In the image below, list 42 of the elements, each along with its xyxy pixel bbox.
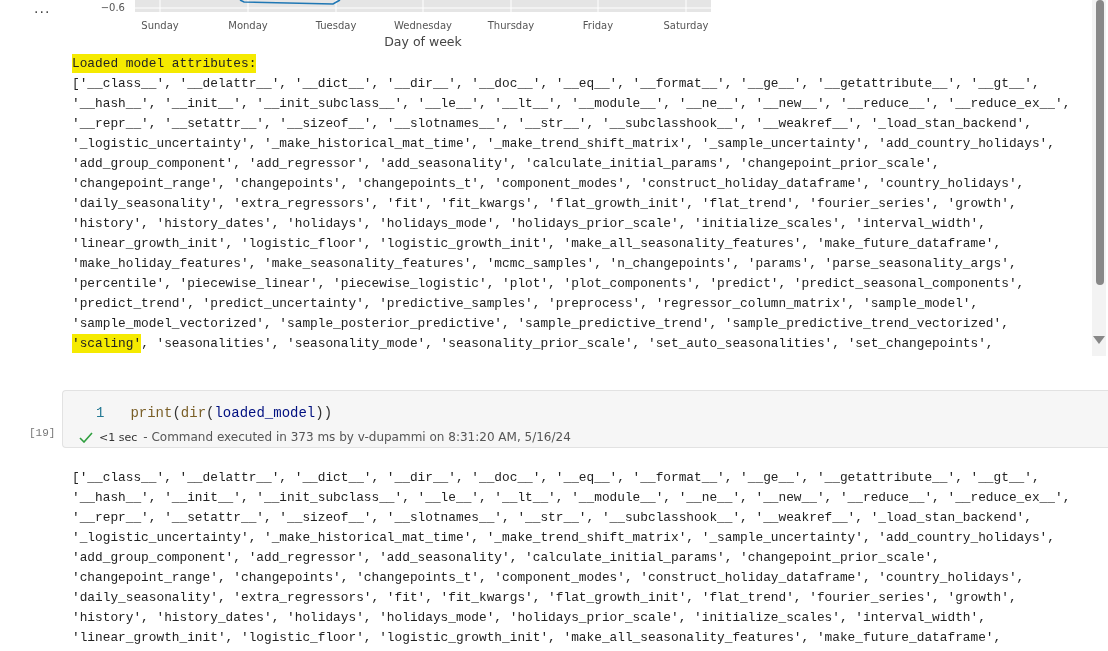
output-line: 'sample_model_vectorized', 'sample_posterior_predictive', 'sample_predictive_trend', 'sample_predictive_trend_vectorized', [72, 316, 1009, 331]
scrollbar-thumb[interactable] [1096, 0, 1104, 285]
axis-tick-label: Saturday [663, 20, 709, 31]
output-heading: Loaded model attributes: [72, 54, 257, 73]
output-line: ['__class__', '__delattr__', '__dict__', '__dir__', '__doc__', '__eq__', '__format__', '__ge__', '__getattribute__', '__gt__', [72, 76, 1040, 91]
output-line: 'scaling', 'seasonalities', 'seasonality_mode', 'seasonality_prior_scale', 'set_auto_seasonalities', 'set_changepoints', [72, 334, 994, 353]
output-line: '__hash__', '__init__', '__init_subclass__', '__le__', '__lt__', '__module__', '__ne__', '__new__', '__reduce__', '__reduce_ex__', [72, 96, 1071, 111]
execution-count: [19] [29, 427, 56, 439]
line-number: 1 [96, 404, 105, 423]
axis-tick-label: Wednesday [394, 20, 452, 31]
axis-tick-label: Friday [582, 20, 614, 31]
output-line: 'make_holiday_features', 'make_seasonality_features', 'mcmc_samples', 'n_changepoints', 'params', 'parse_seasonality_args', [72, 256, 1017, 271]
output-line: 'percentile', 'piecewise_linear', 'piecewise_logistic', 'plot', 'plot_components', 'predict', 'predict_seasonal_components', [72, 276, 1025, 291]
output-line: 'linear_growth_init', 'logistic_floor', 'logistic_growth_init', 'make_all_seasonality_features', 'make_future_dataframe', [72, 630, 1002, 645]
output-line: 'add_group_component', 'add_regressor', 'add_seasonality', 'calculate_initial_params', 'changepoint_prior_scale', [72, 156, 940, 171]
output-line: 'predict_trend', 'predict_uncertainty', 'predictive_samples', 'preprocess', 'regressor_column_matrix', 'sample_model', [72, 296, 979, 311]
axis-tick-label: −0.6 [100, 2, 125, 13]
output-line: 'daily_seasonality', 'extra_regressors', 'fit', 'fit_kwargs', 'flat_growth_init', 'flat_trend', 'fourier_series', 'growth', [72, 196, 1017, 211]
axis-tick-label: Monday [228, 20, 268, 31]
axis-title: Day of week [384, 34, 462, 49]
output-line: '__hash__', '__init__', '__init_subclass__', '__le__', '__lt__', '__module__', '__ne__', '__new__', '__reduce__', '__reduce_ex__', [72, 490, 1071, 505]
code-line: print(dir(loaded_model)) [130, 404, 333, 423]
axis-tick-label: Tuesday [315, 20, 357, 31]
scroll-down-icon[interactable] [1093, 336, 1105, 344]
duration-text: <1 sec [99, 430, 138, 444]
output-line: 'changepoint_range', 'changepoints', 'changepoints_t', 'component_modes', 'construct_holiday_dataframe', 'country_holidays', [72, 176, 1025, 191]
output-line: 'linear_growth_init', 'logistic_floor', 'logistic_growth_init', 'make_all_seasonality_features', 'make_future_dataframe', [72, 236, 1002, 251]
output-line: ['__class__', '__delattr__', '__dict__', '__dir__', '__doc__', '__eq__', '__format__', '__ge__', '__getattribute__', '__gt__', [72, 470, 1040, 485]
output-line: 'history', 'history_dates', 'holidays', 'holidays_mode', 'holidays_prior_scale', 'initialize_scales', 'interval_width', [72, 610, 986, 625]
scrollbar[interactable] [1092, 0, 1106, 356]
output-line: 'add_group_component', 'add_regressor', 'add_seasonality', 'calculate_initial_params', 'changepoint_prior_scale', [72, 550, 940, 565]
output-line: 'history', 'history_dates', 'holidays', 'holidays_mode', 'holidays_prior_scale', 'initialize_scales', 'interval_width', [72, 216, 986, 231]
output-line: '_logistic_uncertainty', '_make_historical_mat_time', '_make_trend_shift_matrix', '_sample_uncertainty', 'add_country_holidays', [72, 136, 1055, 151]
output-line: '__repr__', '__setattr__', '__sizeof__', '__slotnames__', '__str__', '__subclasshook__', '__weakref__', '_load_stan_backend', [72, 510, 1032, 525]
output-line: 'changepoint_range', 'changepoints', 'changepoints_t', 'component_modes', 'construct_holiday_dataframe', 'country_holidays', [72, 570, 1025, 585]
axis-tick-label: Sunday [141, 20, 179, 31]
output-line: '_logistic_uncertainty', '_make_historical_mat_time', '_make_trend_shift_matrix', '_sample_uncertainty', 'add_country_holidays', [72, 530, 1055, 545]
cell-menu-button[interactable]: ... [34, 0, 51, 16]
output-line: 'daily_seasonality', 'extra_regressors', 'fit', 'fit_kwargs', 'flat_growth_init', 'flat_trend', 'fourier_series', 'growth', [72, 590, 1017, 605]
status-message: - Command executed in 373 ms by v-dupammi on 8:31:20 AM, 5/16/24 [143, 430, 571, 444]
output-line: '__repr__', '__setattr__', '__sizeof__', '__slotnames__', '__str__', '__subclasshook__', '__weakref__', '_load_stan_backend', [72, 116, 1032, 131]
axis-tick-label: Thursday [487, 20, 535, 31]
